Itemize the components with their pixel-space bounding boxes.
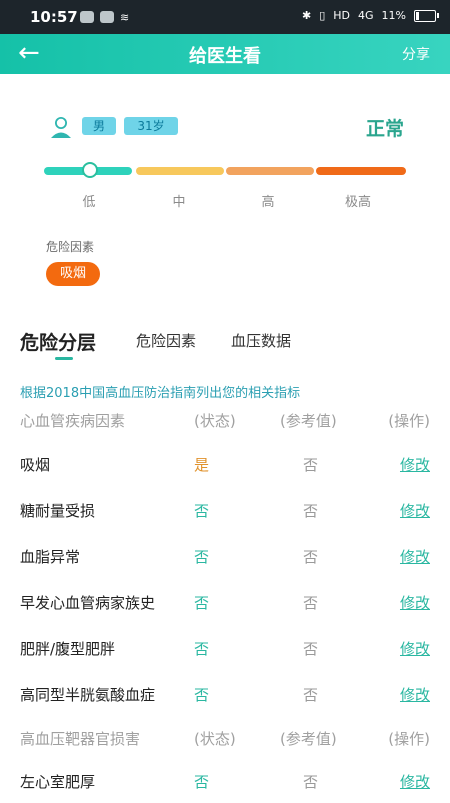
scale-label-low: 低 [82, 195, 96, 210]
tab-risk-stratification[interactable]: 危险分层 [20, 328, 96, 355]
tab-blood-pressure-data[interactable]: 血压数据 [231, 330, 291, 351]
scale-label-mid: 中 [172, 195, 186, 210]
factor-state: 否 [194, 548, 210, 566]
scale-segment-mid [136, 167, 224, 175]
risk-status: 正常 [365, 118, 404, 140]
edit-link[interactable]: 修改 [400, 684, 430, 705]
factor-reference: 否 [303, 548, 319, 566]
status-right: ✱ ▯ HD 4G 11% [301, 9, 439, 22]
message-notification-icon [100, 11, 114, 23]
column-state: (状态) [194, 412, 236, 430]
edit-link[interactable]: 修改 [400, 500, 430, 521]
signal-label: 4G [358, 9, 374, 22]
battery-percent: 11% [381, 9, 406, 22]
section-header-cardiovascular: 心血管疾病因素 (状态) (参考值) (操作) [0, 410, 450, 442]
battery-icon [414, 9, 439, 22]
app-notification-icon [80, 11, 94, 23]
edit-link[interactable]: 修改 [400, 546, 430, 567]
edit-link[interactable]: 修改 [400, 638, 430, 659]
factor-name: 早发心血管病家族史 [20, 594, 156, 612]
notification-icons: ≋ [80, 11, 129, 24]
user-avatar-icon [51, 117, 71, 138]
age-badge: 31岁 [124, 117, 178, 135]
factor-state: 否 [194, 640, 210, 658]
column-operation: (操作) [388, 412, 430, 430]
factor-name: 糖耐量受损 [20, 502, 96, 520]
factor-name: 血脂异常 [20, 548, 81, 566]
factor-reference: 否 [303, 686, 319, 704]
scale-label-high: 高 [261, 195, 275, 210]
factor-state: 否 [194, 686, 210, 704]
gender-badge: 男 [82, 117, 116, 135]
tab-bar: 危险分层 危险因素 血压数据 [0, 328, 450, 360]
column-name: 心血管疾病因素 [20, 412, 126, 430]
factor-reference: 否 [303, 502, 319, 520]
factor-name: 肥胖/腹型肥胖 [20, 640, 116, 658]
table-row: 高同型半胱氨酸血症 否 否 修改 [0, 684, 450, 716]
factor-state: 是 [194, 456, 210, 474]
table-row: 糖耐量受损 否 否 修改 [0, 500, 450, 532]
column-reference: (参考值) [280, 730, 337, 748]
vibrate-icon: ▯ [319, 9, 326, 22]
table-row: 左心室肥厚 否 否 修改 [0, 771, 450, 803]
risk-chip-smoking: 吸烟 [46, 262, 100, 286]
bluetooth-icon: ✱ [301, 9, 312, 22]
page-title: 给医生看 [189, 46, 261, 67]
factor-name: 左心室肥厚 [20, 773, 96, 791]
column-reference: (参考值) [280, 412, 337, 430]
factor-state: 否 [194, 502, 210, 520]
factor-reference: 否 [303, 640, 319, 658]
factor-state: 否 [194, 594, 210, 612]
scale-segment-very-high [316, 167, 406, 175]
edit-link[interactable]: 修改 [400, 771, 430, 792]
risk-factors-title: 危险因素 [46, 240, 95, 254]
factor-reference: 否 [303, 594, 319, 612]
factor-name: 高同型半胱氨酸血症 [20, 686, 156, 704]
factor-reference: 否 [303, 456, 319, 474]
scale-label-very-high: 极高 [344, 195, 371, 210]
app-header: ← 给医生看 分享 [0, 34, 450, 74]
table-row: 肥胖/腹型肥胖 否 否 修改 [0, 638, 450, 670]
factor-name: 吸烟 [20, 456, 51, 474]
status-time: 10:57 [30, 8, 78, 26]
wifi-icon: ≋ [120, 11, 130, 24]
scale-segment-high [226, 167, 314, 175]
section-header-target-organ: 高血压靶器官损害 (状态) (参考值) (操作) [0, 728, 450, 760]
table-row: 血脂异常 否 否 修改 [0, 546, 450, 578]
share-button[interactable]: 分享 [402, 44, 430, 64]
table-row: 早发心血管病家族史 否 否 修改 [0, 592, 450, 624]
guideline-note: 根据2018中国高血压防治指南列出您的相关指标 [20, 386, 301, 401]
factor-reference: 否 [303, 773, 319, 791]
status-bar: 10:57 ≋ ✱ ▯ HD 4G 11% [0, 0, 450, 34]
table-row: 吸烟 是 否 修改 [0, 454, 450, 486]
column-name: 高血压靶器官损害 [20, 730, 141, 748]
edit-link[interactable]: 修改 [400, 454, 430, 475]
network-type: HD [333, 9, 351, 22]
risk-scale-bar [44, 162, 406, 178]
risk-level-indicator [82, 162, 98, 178]
tab-risk-factors[interactable]: 危险因素 [136, 330, 196, 351]
active-tab-indicator [55, 357, 73, 360]
factor-state: 否 [194, 773, 210, 791]
edit-link[interactable]: 修改 [400, 592, 430, 613]
column-state: (状态) [194, 730, 236, 748]
column-operation: (操作) [388, 730, 430, 748]
